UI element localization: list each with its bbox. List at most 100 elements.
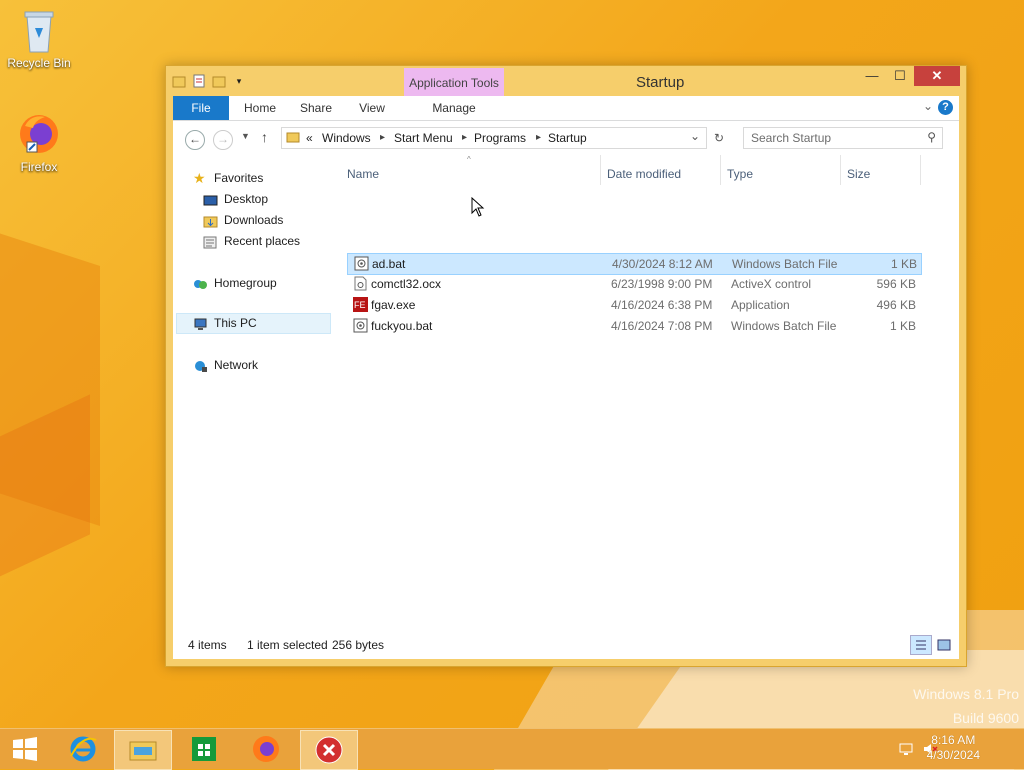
nav-item-label: Homegroup: [214, 276, 277, 290]
nav-item-homegroup[interactable]: Homegroup: [193, 273, 277, 293]
details-view-button[interactable]: [910, 635, 932, 655]
taskbar: 8:16 AM 4/30/2024: [0, 728, 1024, 770]
firefox-icon: [253, 736, 279, 762]
start-button[interactable]: [0, 730, 50, 768]
batch-file-icon: [353, 318, 368, 333]
table-row[interactable]: ad.bat 4/30/2024 8:12 AM Windows Batch Fil…: [347, 253, 922, 275]
network-status-icon[interactable]: [898, 741, 914, 760]
status-bar: 4 items 1 item selected 256 bytes: [173, 633, 959, 657]
taskbar-store[interactable]: [176, 730, 232, 768]
maximize-button[interactable]: ☐: [886, 66, 914, 86]
file-date: 6/23/1998 9:00 PM: [611, 277, 713, 291]
breadcrumb-separator[interactable]: ▸: [536, 132, 541, 143]
application-icon: FE: [353, 297, 368, 312]
nav-item-label: Downloads: [224, 213, 284, 227]
forward-button[interactable]: →: [213, 130, 233, 150]
file-date: 4/16/2024 6:38 PM: [611, 298, 713, 312]
table-row[interactable]: comctl32.ocx 6/23/1998 9:00 PM ActiveX con…: [347, 274, 920, 294]
address-bar[interactable]: « Windows ▸ Start Menu ▸ Programs ▸ Star…: [281, 127, 707, 149]
desktop-icon-firefox[interactable]: Firefox: [4, 112, 74, 174]
table-row[interactable]: fuckyou.bat 4/16/2024 7:08 PM Windows Batc…: [347, 316, 920, 336]
new-folder-icon[interactable]: [212, 74, 226, 88]
nav-item-favorites[interactable]: ★ Favorites: [193, 168, 263, 188]
file-name: fuckyou.bat: [371, 319, 433, 333]
file-explorer-icon: [129, 741, 157, 761]
taskbar-firefox[interactable]: [238, 730, 294, 768]
breadcrumb-separator[interactable]: ▸: [462, 132, 467, 143]
column-header-size[interactable]: Size: [847, 163, 870, 185]
tab-file[interactable]: File: [173, 96, 229, 120]
nav-item-label: Recent places: [224, 234, 301, 248]
computer-icon: [193, 317, 208, 330]
help-icon[interactable]: ?: [938, 100, 953, 115]
chevron-down-icon[interactable]: ▾: [232, 74, 246, 88]
column-header-date[interactable]: Date modified: [607, 163, 681, 185]
nav-item-desktop[interactable]: Desktop: [203, 189, 268, 209]
nav-item-label: Network: [214, 358, 259, 372]
search-icon: ⚲: [927, 130, 936, 144]
folder-icon: [286, 130, 300, 146]
column-divider[interactable]: [720, 155, 721, 185]
sort-indicator-icon: ^: [467, 155, 471, 164]
file-date: 4/16/2024 7:08 PM: [611, 319, 713, 333]
batch-file-icon: [354, 256, 369, 271]
selection-size: 256 bytes: [332, 638, 385, 652]
breadcrumb-windows[interactable]: Windows: [322, 131, 371, 145]
watermark-build: Build 9600: [952, 710, 1019, 726]
minimize-button[interactable]: —: [858, 66, 886, 86]
breadcrumb-separator[interactable]: ▸: [380, 132, 385, 143]
desktop-icon-recycle-bin[interactable]: Recycle Bin: [4, 8, 74, 70]
nav-item-this-pc[interactable]: This PC: [193, 313, 257, 333]
up-button[interactable]: ↑: [261, 129, 268, 145]
system-clock[interactable]: 8:16 AM 4/30/2024: [927, 733, 980, 763]
file-date: 4/30/2024 8:12 AM: [612, 257, 713, 271]
file-type: Windows Batch File: [731, 319, 837, 333]
star-icon: ★: [193, 169, 206, 186]
internet-explorer-icon: [70, 736, 97, 762]
recent-locations-button[interactable]: ▼: [241, 131, 250, 141]
folder-icon: [172, 74, 186, 88]
expand-ribbon-icon[interactable]: ⌄: [923, 99, 933, 113]
activex-icon: [353, 276, 368, 291]
column-divider[interactable]: [840, 155, 841, 185]
close-button[interactable]: ✕: [914, 66, 960, 86]
quick-access-toolbar: ▾: [172, 72, 246, 90]
column-divider[interactable]: [920, 155, 921, 185]
breadcrumb-programs[interactable]: Programs: [474, 131, 526, 145]
column-divider[interactable]: [600, 155, 601, 185]
table-row[interactable]: FE fgav.exe 4/16/2024 6:38 PM Application 49…: [347, 295, 920, 315]
nav-item-label: This PC: [214, 316, 257, 330]
search-box[interactable]: Search Startup ⚲: [743, 127, 943, 149]
column-header-name[interactable]: Name: [347, 163, 379, 185]
nav-item-recent-places[interactable]: Recent places: [203, 231, 300, 251]
tab-view[interactable]: View: [347, 96, 397, 120]
nav-item-network[interactable]: Network: [193, 355, 258, 375]
taskbar-file-explorer[interactable]: [114, 730, 172, 770]
properties-icon[interactable]: [192, 74, 206, 88]
file-size: 596 KB: [876, 277, 916, 291]
taskbar-internet-explorer[interactable]: [55, 730, 111, 768]
column-header-type[interactable]: Type: [727, 163, 753, 185]
tab-manage[interactable]: Manage: [404, 96, 504, 120]
breadcrumb-overflow[interactable]: «: [306, 131, 313, 145]
firefox-icon: [17, 112, 61, 156]
back-button[interactable]: ←: [185, 130, 205, 150]
desktop-icon: [203, 193, 218, 206]
taskbar-error-app[interactable]: [300, 730, 358, 770]
large-icons-view-button[interactable]: [933, 635, 955, 655]
title-bar[interactable]: ▾ Application Tools Startup — ☐ ✕: [166, 66, 966, 96]
tab-share[interactable]: Share: [291, 96, 341, 120]
refresh-button[interactable]: ↻: [709, 128, 729, 148]
file-name: comctl32.ocx: [371, 277, 442, 291]
search-input[interactable]: Search Startup: [751, 131, 831, 145]
file-list: ^ Name Date modified Type Size ad.bat 4/3…: [343, 155, 957, 633]
clock-date: 4/30/2024: [926, 748, 980, 762]
nav-item-downloads[interactable]: Downloads: [203, 210, 283, 230]
windows-logo-icon: [13, 737, 37, 761]
tab-home[interactable]: Home: [235, 96, 285, 120]
network-icon: [193, 359, 208, 372]
breadcrumb-startup[interactable]: Startup: [548, 131, 587, 145]
breadcrumb-start-menu[interactable]: Start Menu: [394, 131, 453, 145]
chevron-down-icon[interactable]: ⌄: [690, 129, 700, 143]
mouse-cursor-icon: [471, 197, 485, 217]
